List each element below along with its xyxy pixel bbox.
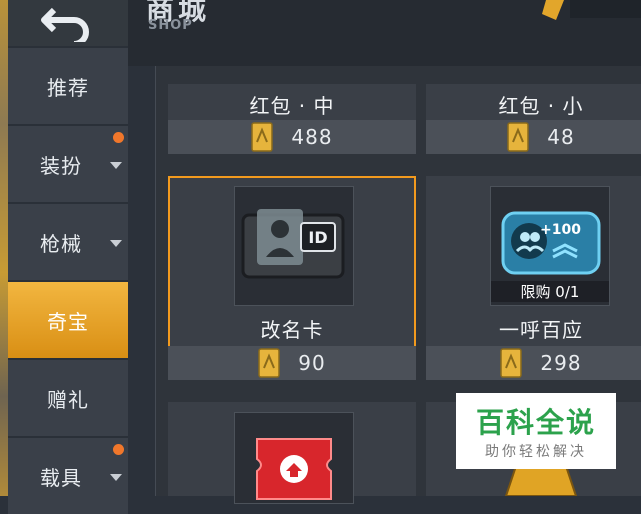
product-price: 90	[298, 351, 326, 375]
sidebar-item-treasure[interactable]: 奇宝	[8, 282, 128, 358]
product-thumbnail: ID	[234, 186, 354, 306]
coupon-icon	[258, 348, 281, 378]
notification-dot	[113, 444, 124, 455]
product-price: 48	[547, 125, 575, 149]
sidebar-item-gift[interactable]: 赠礼	[8, 360, 128, 436]
product-name: 红包 · 中	[249, 94, 335, 118]
price-bar: 488	[168, 120, 416, 154]
product-card[interactable]: 红包 · 小 48	[426, 84, 641, 154]
product-name: 改名卡	[260, 318, 324, 342]
purchase-limit: 限购 0/1	[491, 281, 609, 302]
sidebar-item-label: 枪械	[40, 231, 82, 256]
currency-badge-icon	[542, 0, 641, 20]
coupon-icon	[507, 122, 530, 152]
sidebar-item-label: 装扮	[40, 153, 82, 178]
page-subtitle: SHOP	[148, 18, 193, 33]
bonus-tag: +100	[540, 222, 581, 238]
coupon-icon	[251, 122, 274, 152]
product-card[interactable]: 红包 · 中 488	[168, 84, 416, 154]
red-ticket-icon	[256, 438, 332, 500]
product-name: 一呼百应	[499, 318, 583, 342]
sidebar-item-label: 推荐	[47, 75, 89, 100]
coupon-icon	[500, 348, 523, 378]
product-price: 488	[291, 125, 333, 149]
sidebar-item-label: 奇宝	[47, 309, 89, 334]
back-button[interactable]	[8, 0, 128, 46]
watermark-subtitle: 助你轻松解决	[485, 444, 587, 460]
product-card[interactable]	[168, 402, 416, 504]
chevron-down-icon	[110, 240, 122, 247]
product-card-selected[interactable]: ID 改名卡 90	[168, 176, 416, 380]
price-bar: 90	[168, 346, 416, 380]
notification-dot	[113, 132, 124, 143]
price-bar: 298	[426, 346, 641, 380]
watermark: 百科全说 助你轻松解决	[456, 393, 616, 469]
product-thumbnail: 限购 0/1	[490, 186, 610, 306]
sidebar-item-label: 载具	[40, 465, 82, 490]
product-price: 298	[540, 351, 582, 375]
watermark-title: 百科全说	[475, 406, 596, 439]
price-bar: 48	[426, 120, 641, 154]
sidebar-item-weapons[interactable]: 枪械	[8, 204, 128, 280]
id-card-icon: ID	[241, 209, 345, 279]
chevron-down-icon	[110, 162, 122, 169]
sidebar-item-outfit[interactable]: 装扮	[8, 126, 128, 202]
svg-text:ID: ID	[308, 228, 327, 247]
sidebar-item-label: 赠礼	[47, 387, 89, 412]
chevron-down-icon	[110, 474, 122, 481]
sidebar-item-recommend[interactable]: 推荐	[8, 48, 128, 124]
left-edge-decoration	[0, 0, 8, 496]
back-arrow-icon	[41, 7, 89, 42]
sidebar-item-vehicle[interactable]: 载具	[8, 438, 128, 514]
product-thumbnail	[234, 412, 354, 504]
product-card[interactable]: 限购 0/1 +100 一呼百应 298	[426, 176, 641, 380]
product-name: 红包 · 小	[498, 94, 584, 118]
